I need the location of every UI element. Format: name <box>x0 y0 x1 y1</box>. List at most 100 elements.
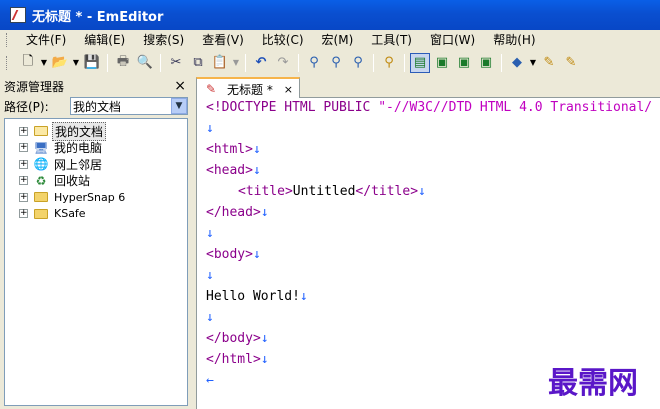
print-icon[interactable]: 🖶 <box>113 53 133 73</box>
network-icon: 🌐 <box>33 157 49 172</box>
explorer-title: 资源管理器 <box>4 79 65 94</box>
paste-icon[interactable]: 📋 <box>210 53 230 73</box>
outline-icon[interactable]: ▣ <box>432 53 452 73</box>
macro-icon[interactable]: ◆ <box>507 53 527 73</box>
eol-mark: ↓ <box>260 205 269 220</box>
expand-icon[interactable]: + <box>19 126 28 136</box>
tree-item-my-documents[interactable]: + 我的文档 <box>5 121 187 141</box>
tab-bar: ✎ 无标题 * × <box>196 76 660 99</box>
tree-item-label: HyperSnap 6 <box>54 190 126 204</box>
menu-edit[interactable]: 编辑(E) <box>75 30 134 50</box>
eol-mark: ↓ <box>206 310 214 325</box>
eol-mark: ↓ <box>206 226 214 241</box>
expand-icon[interactable]: + <box>19 143 28 153</box>
code-line-12: </body>↓ <box>206 329 269 349</box>
folder-icon <box>33 190 49 204</box>
app-icon <box>10 7 26 23</box>
toolbar-separator <box>298 53 299 72</box>
menu-tools[interactable]: 工具(T) <box>362 30 421 50</box>
tab-close-icon[interactable]: × <box>284 83 293 96</box>
find-next-icon[interactable]: ⚲ <box>326 53 346 73</box>
body-text: Hello World! <box>206 289 300 304</box>
document-tab-label: 无标题 * <box>227 82 273 97</box>
paste-dropdown-icon[interactable]: ▼ <box>232 53 240 73</box>
redo-icon[interactable]: ↷ <box>273 53 293 73</box>
eol-mark: ↓ <box>299 289 308 304</box>
macro-dropdown-icon[interactable]: ▼ <box>529 53 537 73</box>
document-icon: ✎ <box>205 82 217 96</box>
cut-icon[interactable]: ✂ <box>166 53 186 73</box>
code-line-13: </html>↓ <box>206 350 269 370</box>
recycle-bin-icon: ♻ <box>35 173 47 188</box>
menu-bar: 文件(F) 编辑(E) 搜索(S) 查看(V) 比较(C) 宏(M) 工具(T)… <box>0 30 660 50</box>
menu-window[interactable]: 窗口(W) <box>421 30 484 50</box>
expand-icon[interactable]: + <box>19 159 28 169</box>
tree-item-label: 网上邻居 <box>54 157 103 172</box>
customize-icon[interactable]: ✎ <box>561 53 581 73</box>
new-dropdown-icon[interactable]: ▼ <box>40 53 48 73</box>
document-tab[interactable]: ✎ 无标题 * × <box>196 77 300 99</box>
explorer-header: 资源管理器 × <box>0 76 192 96</box>
undo-icon[interactable]: ↶ <box>251 53 271 73</box>
path-select[interactable]: 我的文档 ▼ <box>70 97 188 115</box>
tree-item-label: 回收站 <box>54 174 91 189</box>
menu-view[interactable]: 查看(V) <box>193 30 253 50</box>
expand-icon[interactable]: + <box>19 209 28 219</box>
head-close-tag: </head> <box>206 205 261 220</box>
save-icon[interactable]: 💾 <box>82 53 102 73</box>
code-line-9: ↓ <box>206 266 214 286</box>
properties-icon[interactable]: ✎ <box>539 53 559 73</box>
tree-item-network[interactable]: + 🌐 网上邻居 <box>5 156 187 173</box>
code-line-8: <body>↓ <box>206 245 261 265</box>
explorer-close-icon[interactable]: × <box>174 78 186 94</box>
code-line-5: <title>Untitled</title>↓ <box>238 182 426 202</box>
tree-item-recycle-bin[interactable]: + ♻ 回收站 <box>5 173 187 190</box>
menu-macros[interactable]: 宏(M) <box>313 30 363 50</box>
tree-item-my-computer[interactable]: + 🖥 我的电脑 <box>5 140 187 157</box>
menu-compare[interactable]: 比较(C) <box>253 30 313 50</box>
code-line-3: <html>↓ <box>206 140 261 160</box>
code-line-10: Hello World!↓ <box>206 287 308 307</box>
explorer-toggle-icon[interactable]: ▤ <box>410 52 430 73</box>
path-row: 路径(P): 我的文档 ▼ <box>0 96 192 116</box>
tree-item-ksafe[interactable]: + KSafe <box>5 206 187 223</box>
snippets-icon[interactable]: ▣ <box>454 53 474 73</box>
menu-search[interactable]: 搜索(S) <box>134 30 193 50</box>
title-bar: 无标题 * - EmEditor <box>0 0 660 30</box>
tree-item-hypersnap[interactable]: + HyperSnap 6 <box>5 189 187 206</box>
expand-icon[interactable]: + <box>19 192 28 202</box>
find-icon[interactable]: ⚲ <box>304 53 324 73</box>
code-line-11: ↓ <box>206 308 214 328</box>
new-file-icon[interactable]: 🗋 <box>18 53 38 73</box>
body-close-tag: </body> <box>206 331 261 346</box>
code-line-7: ↓ <box>206 224 214 244</box>
code-line-4: <head>↓ <box>206 161 261 181</box>
tree-item-label: 我的文档 <box>52 121 107 141</box>
doctype-string: "-//W3C//DTD HTML 4.0 Transitional/ <box>378 100 653 115</box>
head-open-tag: <head> <box>206 163 253 178</box>
menu-help[interactable]: 帮助(H) <box>484 30 544 50</box>
menu-grip <box>6 33 9 47</box>
output-icon[interactable]: ▣ <box>476 53 496 73</box>
code-line-14: ← <box>206 371 214 391</box>
chevron-down-icon[interactable]: ▼ <box>171 98 187 114</box>
expand-icon[interactable]: + <box>19 176 28 186</box>
folder-tree: + 我的文档 + 🖥 我的电脑 + 🌐 网上邻居 + ♻ 回收站 + Hyper… <box>4 118 188 406</box>
eol-mark: ↓ <box>260 331 269 346</box>
html-open-tag: <html> <box>206 142 253 157</box>
window-title: 无标题 * - EmEditor <box>32 9 164 25</box>
html-close-tag: </html> <box>206 352 261 367</box>
eol-mark: ↓ <box>252 142 261 157</box>
find-in-files-icon[interactable]: ⚲ <box>379 53 399 73</box>
code-line-1: <!DOCTYPE HTML PUBLIC "-//W3C//DTD HTML … <box>206 98 652 118</box>
code-line-2: ↓ <box>206 119 214 139</box>
eof-mark: ← <box>206 373 214 388</box>
print-preview-icon[interactable]: 🔍 <box>135 53 155 73</box>
menu-file[interactable]: 文件(F) <box>17 30 75 50</box>
my-documents-icon <box>33 124 49 138</box>
copy-icon[interactable]: ⧉ <box>188 53 208 73</box>
open-folder-icon[interactable]: 📂 <box>50 53 70 73</box>
open-dropdown-icon[interactable]: ▼ <box>72 53 80 73</box>
find-previous-icon[interactable]: ⚲ <box>348 53 368 73</box>
path-label: 路径(P): <box>4 99 49 114</box>
